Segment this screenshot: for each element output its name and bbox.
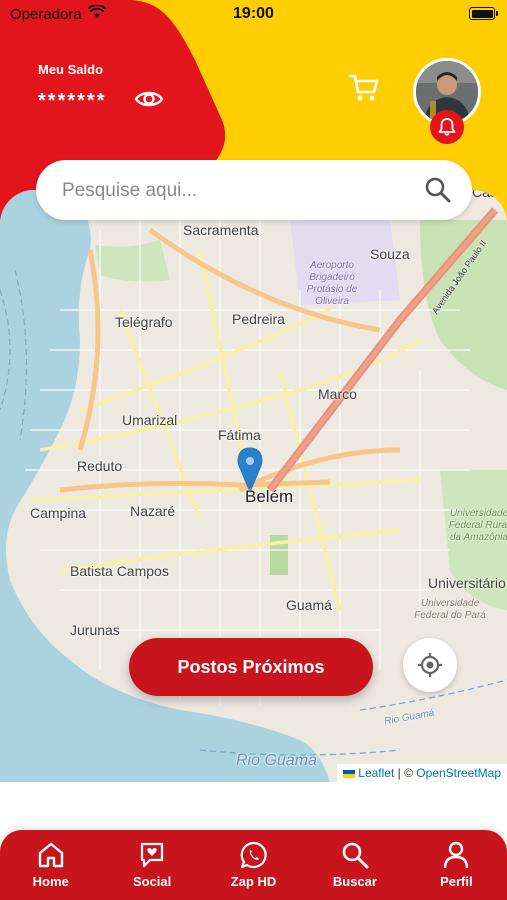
nav-item-buscar[interactable]: Buscar [304,830,405,900]
place-label: Universitário [428,575,506,591]
nearby-stations-button[interactable]: Postos Próximos [129,638,373,696]
ukraine-flag-icon [343,769,356,778]
nav-label: Social [132,874,172,889]
whatsapp-icon [240,841,267,869]
leaflet-link[interactable]: Leaflet [358,766,394,780]
bottom-nav: Home Social Zap HD Buscar Perfil [0,830,507,900]
balance-value: ******* [38,90,107,112]
place-label: Souza [370,246,410,262]
home-icon [38,842,63,868]
nav-item-zap-hd[interactable]: Zap HD [203,830,304,900]
osm-link[interactable]: OpenStreetMap [416,766,501,780]
place-label: Batista Campos [70,563,169,579]
heart-chat-icon [141,842,164,868]
place-label: Fátima [218,427,261,443]
notification-badge[interactable] [430,110,464,144]
place-label: Umarizal [122,412,178,428]
eye-icon[interactable] [134,86,164,112]
search-icon [342,842,369,869]
search-bar[interactable] [36,160,472,220]
place-label: Universidade Federal do Pará [414,598,486,621]
nav-item-social[interactable]: Social [101,830,202,900]
nav-label: Home [32,874,69,889]
place-label: Marco [318,386,357,402]
nav-label: Zap HD [230,874,277,889]
search-icon[interactable] [424,176,452,204]
bell-icon [438,118,456,136]
nav-label: Buscar [332,874,377,889]
battery-icon [469,7,498,20]
place-label: Universidade Federal Rural da Amazônia [448,508,507,543]
balance-section: Meu Saldo ******* [38,62,104,112]
water-label: Rio Guamá [236,752,317,769]
nav-item-home[interactable]: Home [0,830,101,900]
user-icon [444,841,469,869]
map-attribution: Leaflet | © OpenStreetMap [337,764,507,782]
place-label: Pedreira [232,311,285,327]
cart-icon[interactable] [348,72,380,104]
search-input[interactable] [60,174,414,208]
place-label: Reduto [77,458,123,474]
place-label: Campina [30,505,87,521]
place-label: Cas [472,190,497,200]
locate-me-button[interactable] [403,638,457,692]
nav-item-perfil[interactable]: Perfil [406,830,507,900]
place-label: Belém [245,487,294,506]
balance-label: Meu Saldo [38,62,104,77]
status-bar: Operadora 19:00 [0,0,507,28]
crosshair-icon [418,653,442,677]
attribution-separator: | © [397,766,413,780]
place-label: Aeroporto Brigadeiro Protásio de Oliveir… [306,260,358,307]
place-label: Jurunas [70,622,120,638]
nav-label: Perfil [440,874,473,889]
place-label: Sacramenta [183,222,259,238]
place-label: Guamá [286,597,332,613]
place-label: Nazaré [130,503,176,519]
clock: 19:00 [233,5,274,22]
place-label: Telégrafo [115,314,173,330]
